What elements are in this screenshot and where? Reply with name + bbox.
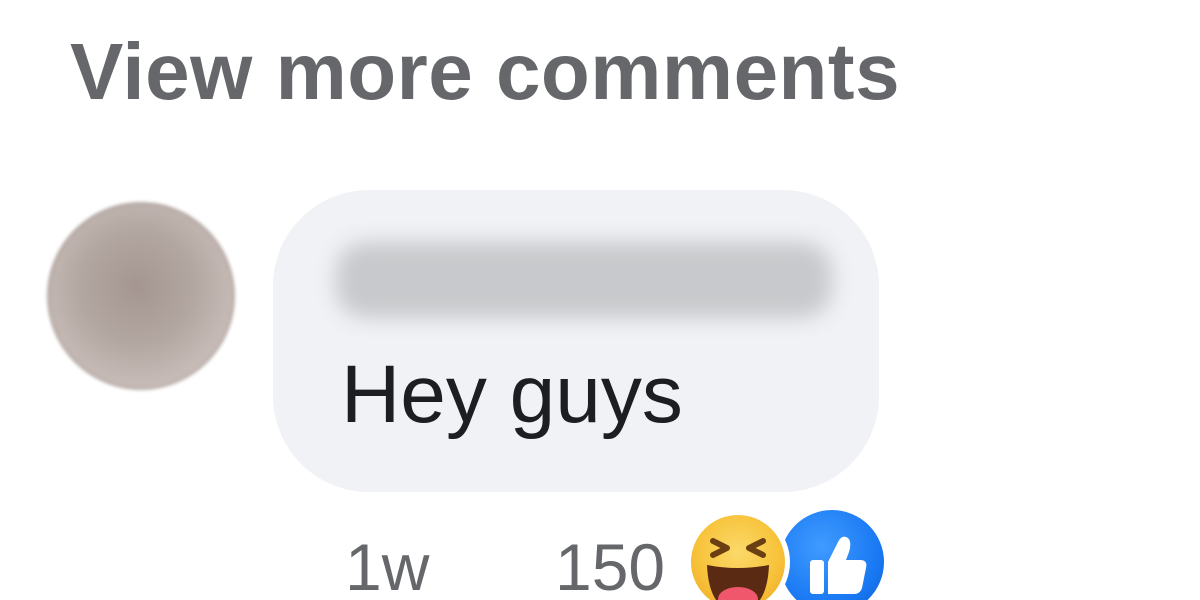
like-icon [780,510,884,600]
comment-section: View more comments Hey guys 1w 150 [0,0,1200,600]
haha-icon [686,510,790,600]
comment-bubble: Hey guys [273,190,879,492]
comment-text: Hey guys [341,349,683,440]
avatar[interactable] [47,202,235,390]
comment-timestamp[interactable]: 1w [345,525,429,600]
reaction-count[interactable]: 150 [555,525,665,600]
view-more-comments-link[interactable]: View more comments [70,22,900,122]
author-name[interactable] [336,242,832,318]
